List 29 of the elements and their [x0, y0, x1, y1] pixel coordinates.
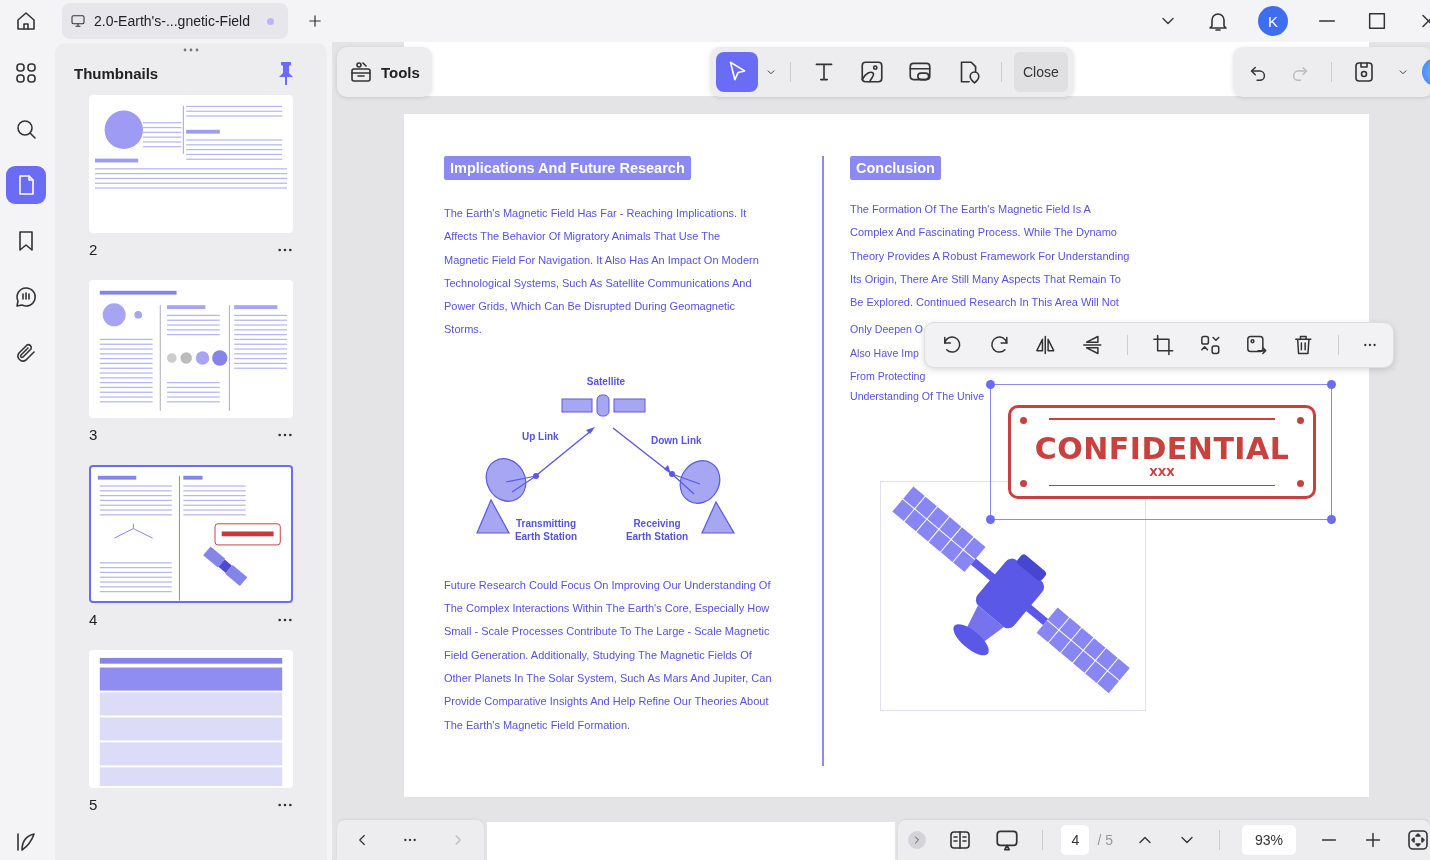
page-number: 5 — [89, 796, 98, 813]
panel-title: Thumbnails — [74, 64, 159, 82]
diagram-label: Down Link — [651, 434, 702, 446]
stamp-subtitle: XXX — [1149, 466, 1175, 479]
diagram-label: Transmitting Earth Station — [514, 517, 578, 542]
paragraph: The Formation Of The Earth's Magnetic Field Is A Complex And Fascinating Process. While The Dynamo Theory Provides A Robust Framework For Understanding Its Origin, There Are Still Many Aspects That Remain To Be Explored. Continued Research In This Area Will Not — [850, 202, 1130, 311]
page-total: / 5 — [1097, 832, 1113, 848]
paragraph: Future Research Could Focus On Improving Our Understanding Of The Complex Interactions Within The Earth's Core, Especially How Small - Scale Processes Contribute To The Large - Scale Magnetic Field Generation. Additionally, Studying The Magnetic Fields Of Other Planets In The Solar System, Such As Mars And Jupiter, Can Provide Comparative Insights And Help Refine Our Theories About The Earth's Magnetic Field Formation. — [444, 577, 772, 733]
user-avatar[interactable]: K — [1258, 6, 1288, 36]
stamp-title: CONFIDENTIAL — [1034, 431, 1290, 466]
page-number: 4 — [89, 611, 98, 628]
text-fragment: Understanding Of The Unive — [850, 389, 985, 405]
text-fragment: From Protecting — [850, 369, 926, 385]
zoom-level[interactable]: 93% — [1242, 825, 1296, 855]
diagram-label: Satellite — [586, 375, 626, 387]
tools-button[interactable]: Tools — [337, 47, 432, 97]
page-number: 2 — [89, 241, 98, 258]
diagram-label: Receiving Earth Station — [625, 517, 689, 542]
text-fragment: Also Have Imp — [850, 345, 919, 361]
page-number-field[interactable]: 4 — [1061, 825, 1090, 855]
paragraph: The Earth's Magnetic Field Has Far - Reaching Implications. It Affects The Behavior Of Migratory Animals That Use The Magnetic Field For Navigation. It Also Has An Impact On Modern Technological Systems, Such As Satellite Communications And Power Grids, Which Can Be Disrupted During Geomagnetic Storms. — [444, 206, 759, 338]
close-button[interactable]: Close — [1014, 52, 1068, 92]
text-fragment: Only Deepen O — [850, 322, 924, 338]
document-tab[interactable]: 2.0-Earth's-...gnetic-Field — [62, 3, 288, 39]
section-heading: Conclusion — [850, 156, 941, 180]
tab-title: 2.0-Earth's-...gnetic-Field — [94, 13, 250, 29]
page-number: 3 — [89, 426, 98, 443]
diagram-label: Up Link — [522, 430, 559, 442]
section-heading: Implications And Future Research — [444, 156, 691, 180]
